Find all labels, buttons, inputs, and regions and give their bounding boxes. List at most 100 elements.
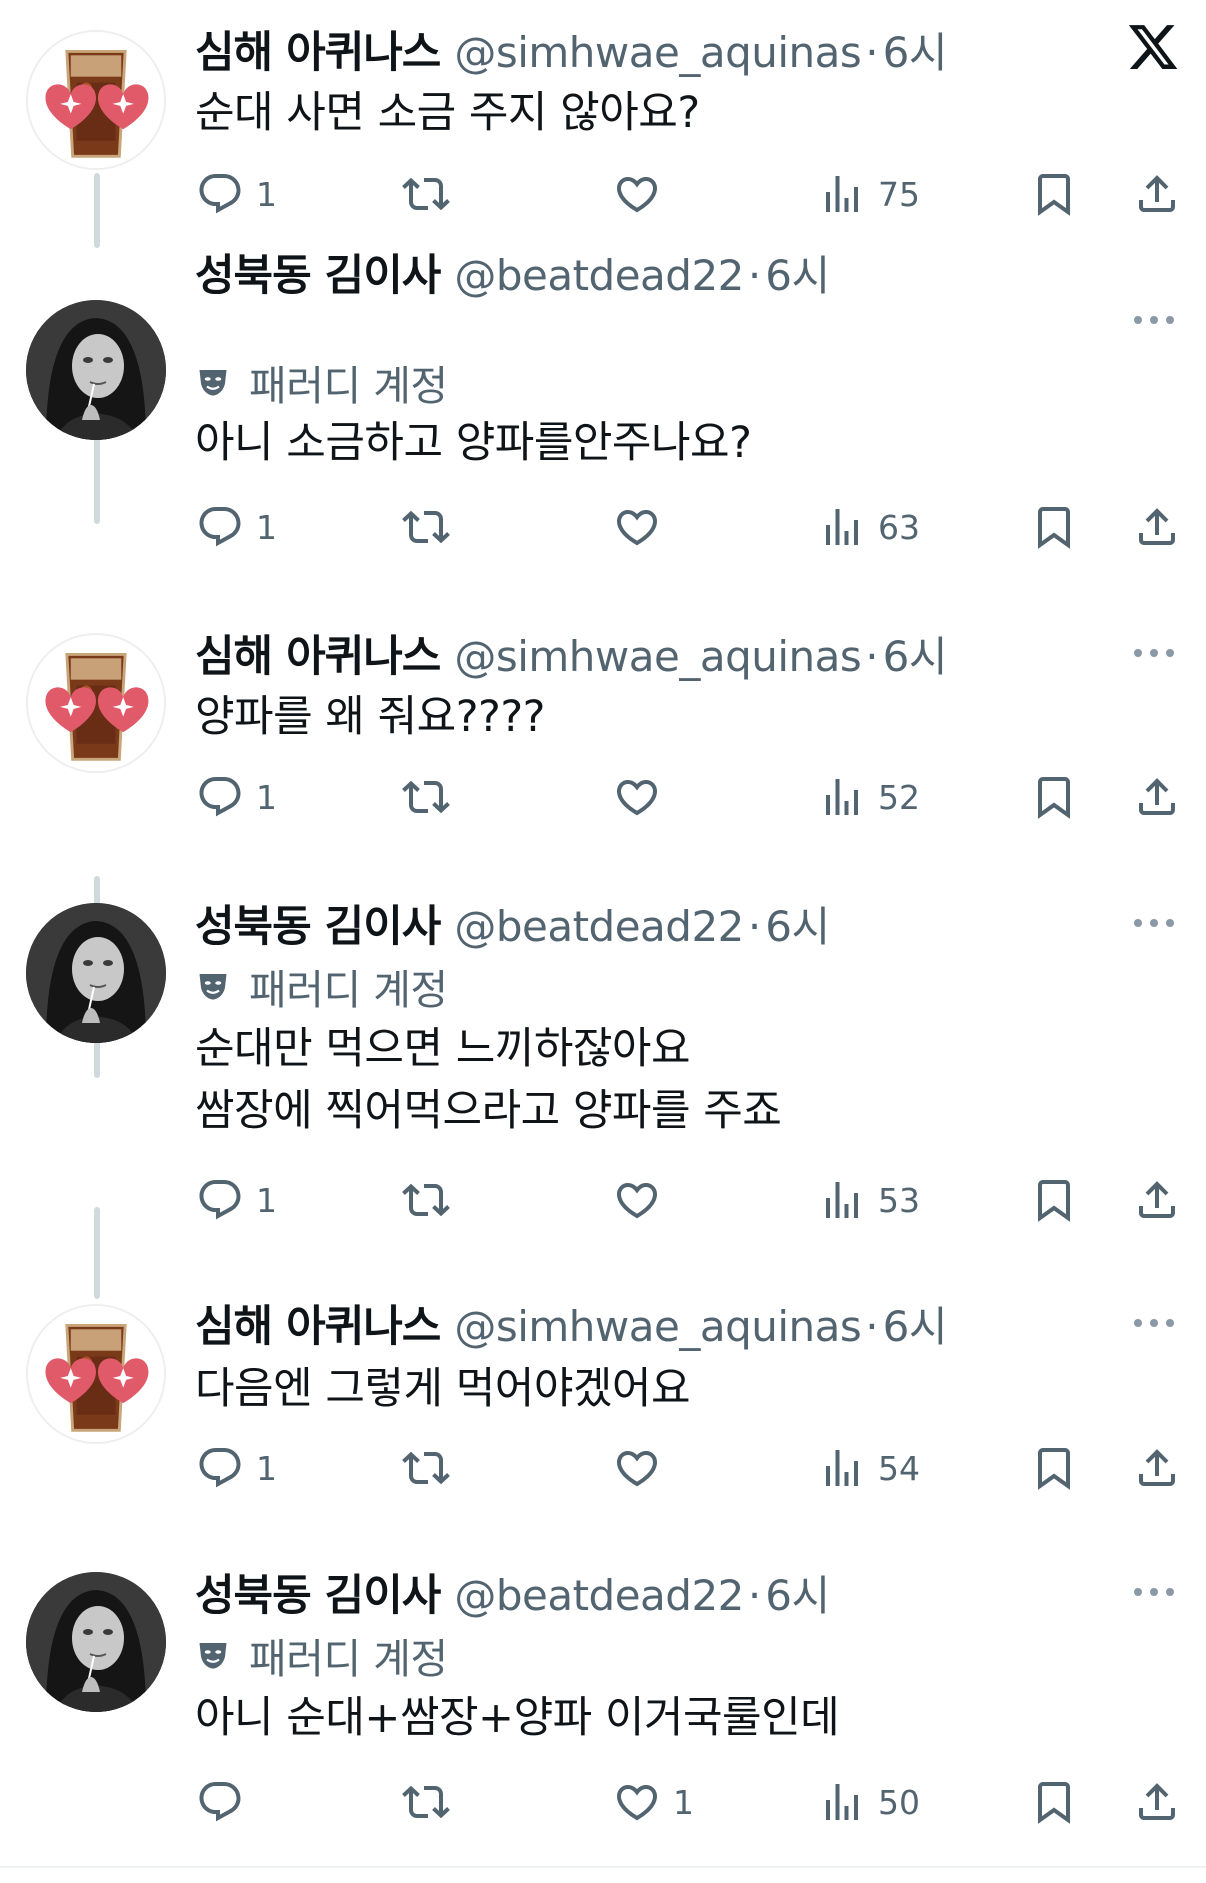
more-options-icon[interactable]: [1130, 310, 1178, 330]
tweet-text: 아니 순대+쌈장+양파 이거국룰인데: [195, 1687, 840, 1749]
avatar[interactable]: [26, 1304, 166, 1444]
reply-count: 1: [256, 1448, 277, 1488]
display-name[interactable]: 심해 아퀴나스: [195, 1292, 441, 1354]
views-button[interactable]: 52: [818, 767, 920, 827]
like-button[interactable]: [613, 767, 673, 827]
display-name[interactable]: 심해 아퀴나스: [195, 622, 441, 684]
share-button[interactable]: [1133, 164, 1181, 224]
display-name[interactable]: 성북동 김이사: [195, 241, 441, 303]
bookmark-button[interactable]: [1030, 1438, 1078, 1498]
retweet-button[interactable]: [402, 767, 462, 827]
reply-button[interactable]: 1: [196, 767, 277, 827]
retweet-button[interactable]: [402, 1170, 462, 1230]
timestamp[interactable]: 6시: [883, 623, 948, 684]
tweet-header: 심해 아퀴나스 @simhwae_aquinas · 6시: [195, 18, 948, 78]
retweet-icon: [402, 510, 450, 544]
retweet-button[interactable]: [402, 164, 462, 224]
timestamp[interactable]: 6시: [883, 19, 948, 80]
views-icon: [826, 1182, 858, 1218]
share-button[interactable]: [1133, 1438, 1181, 1498]
timestamp[interactable]: 6시: [883, 1293, 948, 1354]
separator-dot: ·: [747, 251, 762, 300]
avatar[interactable]: [26, 1572, 166, 1712]
parody-label: 패러디 계정: [249, 1635, 448, 1683]
display-name[interactable]: 심해 아퀴나스: [195, 18, 441, 80]
views-icon: [826, 176, 858, 212]
like-button[interactable]: 1: [613, 1772, 694, 1832]
display-name[interactable]: 성북동 김이사: [195, 892, 441, 954]
bookmark-icon: [1038, 1180, 1070, 1222]
portrait-avatar-icon: [26, 300, 166, 440]
display-name[interactable]: 성북동 김이사: [195, 1561, 441, 1623]
heart-icon: [616, 1183, 658, 1219]
timestamp[interactable]: 6시: [765, 1562, 830, 1623]
share-button[interactable]: [1133, 767, 1181, 827]
tweet-header: 심해 아퀴나스 @simhwae_aquinas · 6시: [195, 1292, 948, 1352]
more-options-icon[interactable]: [1130, 643, 1178, 663]
tweet-thread: 심해 아퀴나스 @simhwae_aquinas · 6시 순대 사면 소금 주…: [0, 0, 1206, 1883]
tweet-text-line: 아니 소금하고 양파를안주나요?: [195, 418, 752, 468]
views-icon: [826, 1450, 858, 1486]
views-button[interactable]: 63: [818, 497, 920, 557]
views-button[interactable]: 54: [818, 1438, 920, 1498]
like-button[interactable]: [613, 497, 673, 557]
timestamp[interactable]: 6시: [765, 893, 830, 954]
user-handle[interactable]: @beatdead22: [454, 1571, 744, 1620]
retweet-icon: [402, 1785, 450, 1819]
reply-icon: [199, 777, 241, 817]
tweet-text: 아니 소금하고 양파를안주나요?: [195, 412, 752, 474]
tweet-header: 성북동 김이사 @beatdead22 · 6시: [195, 241, 830, 301]
view-count: 52: [878, 777, 920, 817]
reply-icon: [199, 1180, 241, 1220]
iced-drink-avatar-icon: [28, 635, 164, 771]
tweet-header: 성북동 김이사 @beatdead22 · 6시: [195, 1561, 830, 1621]
share-button[interactable]: [1133, 1170, 1181, 1230]
avatar[interactable]: [26, 633, 166, 773]
user-handle[interactable]: @simhwae_aquinas: [454, 632, 861, 681]
parody-mask-icon: [199, 974, 227, 1000]
reply-button[interactable]: 1: [196, 164, 277, 224]
more-options-icon[interactable]: [1130, 913, 1178, 933]
bookmark-button[interactable]: [1030, 497, 1078, 557]
like-button[interactable]: [613, 1438, 673, 1498]
tweet-text: 순대만 먹으면 느끼하잖아요 쌈장에 찍어먹으라고 양파를 주죠: [195, 1018, 782, 1142]
avatar[interactable]: [26, 300, 166, 440]
separator-dot: ·: [865, 28, 879, 77]
share-icon: [1139, 508, 1175, 545]
like-count: 1: [673, 1782, 694, 1822]
avatar[interactable]: [26, 30, 166, 170]
reply-icon: [199, 507, 241, 547]
reply-button[interactable]: 1: [196, 1170, 277, 1230]
user-handle[interactable]: @simhwae_aquinas: [454, 28, 861, 77]
bookmark-button[interactable]: [1030, 767, 1078, 827]
x-logo-icon[interactable]: [1126, 20, 1180, 74]
parody-account-badge: 패러디 계정: [195, 354, 448, 410]
views-button[interactable]: 50: [818, 1772, 920, 1832]
retweet-button[interactable]: [402, 1772, 462, 1832]
share-icon: [1139, 1181, 1175, 1218]
views-icon: [826, 1784, 858, 1820]
reply-button[interactable]: 1: [196, 497, 277, 557]
like-button[interactable]: [613, 1170, 673, 1230]
bookmark-icon: [1038, 777, 1070, 819]
views-button[interactable]: 75: [818, 164, 920, 224]
avatar[interactable]: [26, 903, 166, 1043]
like-button[interactable]: [613, 164, 673, 224]
bookmark-button[interactable]: [1030, 1772, 1078, 1832]
share-button[interactable]: [1133, 1772, 1181, 1832]
more-options-icon[interactable]: [1130, 1313, 1178, 1333]
reply-button[interactable]: 1: [196, 1438, 277, 1498]
bookmark-button[interactable]: [1030, 1170, 1078, 1230]
heart-icon: [616, 780, 658, 816]
share-button[interactable]: [1133, 497, 1181, 557]
more-options-icon[interactable]: [1130, 1582, 1178, 1602]
views-button[interactable]: 53: [818, 1170, 920, 1230]
user-handle[interactable]: @beatdead22: [454, 251, 744, 300]
reply-button[interactable]: [196, 1772, 256, 1832]
user-handle[interactable]: @simhwae_aquinas: [454, 1302, 861, 1351]
retweet-button[interactable]: [402, 1438, 462, 1498]
user-handle[interactable]: @beatdead22: [454, 902, 744, 951]
retweet-button[interactable]: [402, 497, 462, 557]
bookmark-button[interactable]: [1030, 164, 1078, 224]
timestamp[interactable]: 6시: [765, 242, 830, 303]
